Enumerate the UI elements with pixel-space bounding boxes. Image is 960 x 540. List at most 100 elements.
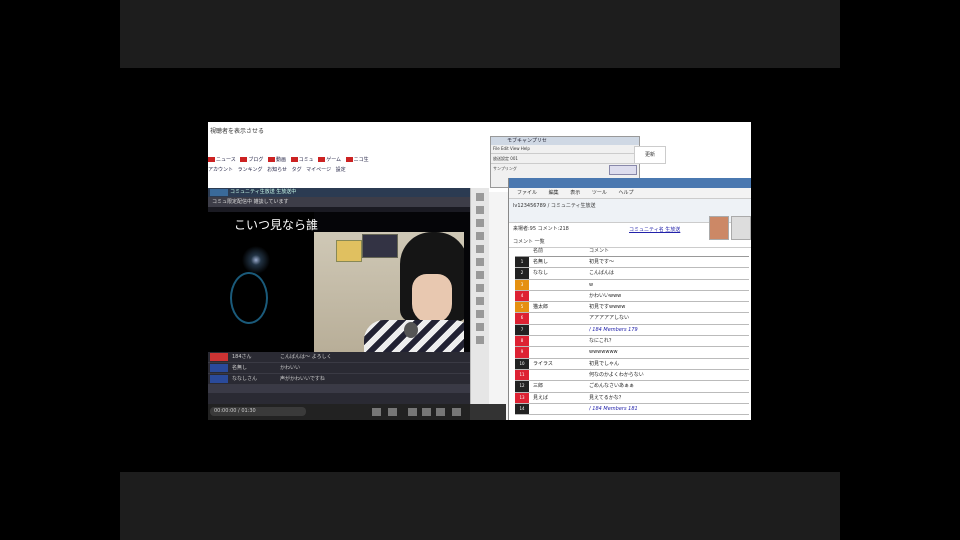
tool-icon[interactable] bbox=[476, 232, 484, 240]
comment-text: かわいいwww bbox=[589, 292, 622, 299]
comment-text: 初見でしゃん bbox=[589, 360, 620, 367]
table-row[interactable]: 7 / 184 Members 179 bbox=[515, 324, 749, 337]
page-heading: 視聴者を表示させる bbox=[210, 128, 265, 135]
tool-icon[interactable] bbox=[476, 206, 484, 214]
settings-button[interactable] bbox=[609, 165, 637, 175]
tool-icon[interactable] bbox=[476, 245, 484, 253]
table-row[interactable]: 2 ななし こんばんは bbox=[515, 268, 749, 280]
window-menu[interactable]: File Edit View Help bbox=[491, 145, 639, 153]
side-toolbar bbox=[470, 188, 489, 420]
nav-link[interactable]: ランキング bbox=[238, 166, 263, 173]
comment-number-badge: 5 bbox=[515, 302, 529, 313]
tag-icon bbox=[267, 157, 275, 162]
nav-link[interactable]: 動画 bbox=[276, 156, 286, 163]
menu-item[interactable]: ツール bbox=[592, 190, 607, 196]
nav-link[interactable]: ゲーム bbox=[326, 156, 341, 163]
tool-icon[interactable] bbox=[476, 297, 484, 305]
comment-number-badge: 4 bbox=[515, 290, 529, 302]
nav-link[interactable]: コミュ bbox=[299, 156, 314, 163]
comment-number-badge: 10 bbox=[515, 358, 529, 369]
table-row[interactable]: 13 見えば 見えてるかな？ bbox=[515, 392, 749, 404]
comment-row: ななしさん 声がかわいいですね bbox=[208, 374, 470, 385]
commenter-name: ライラス bbox=[533, 360, 553, 367]
nav-link[interactable]: タグ bbox=[292, 166, 302, 173]
refresh-button[interactable]: 更新 bbox=[634, 146, 666, 164]
player-controls: 00:00:00 / 01:30 bbox=[208, 404, 470, 420]
nav-link[interactable]: お知らせ bbox=[267, 166, 287, 173]
viewer-title-bar bbox=[509, 178, 751, 188]
streamer-face bbox=[412, 274, 452, 324]
menu-item[interactable]: ヘルプ bbox=[618, 190, 633, 196]
nav-link[interactable]: 設定 bbox=[336, 166, 346, 173]
comment-text: / 184 Members 179 bbox=[589, 326, 638, 333]
table-row[interactable]: 9 wwwwwww bbox=[515, 347, 749, 359]
comment-text: / 184 Members 181 bbox=[589, 405, 638, 412]
comment-text: ごめんなさいあぁぁ bbox=[589, 383, 635, 390]
tool-icon[interactable] bbox=[476, 310, 484, 318]
comment-rows: 1 名無し 初見です〜 2 ななし こんばんは 3 w 4 かわいいwww 5 猫太郎 初見ですwwww… bbox=[515, 257, 749, 416]
comment-table: 名前 コメント 1 名無し 初見です〜 2 ななし こんばんは 3 w 4 かわいいwww 5 猫太郎… bbox=[515, 246, 749, 416]
table-row[interactable]: 1 名無し 初見です〜 bbox=[515, 257, 749, 269]
comment-text: 声がかわいいですね bbox=[280, 376, 325, 382]
table-row[interactable]: 5 猫太郎 初見ですwwww bbox=[515, 302, 749, 314]
table-row[interactable]: 12 三郎 ごめんなさいあぁぁ bbox=[515, 381, 749, 393]
player-title-bar: コミュニティ生放送 生放送中 bbox=[208, 188, 470, 197]
close-icon[interactable] bbox=[388, 408, 397, 416]
tool-icon[interactable] bbox=[476, 271, 484, 279]
tool-icon[interactable] bbox=[476, 336, 484, 344]
comment-number-badge: 11 bbox=[515, 369, 529, 381]
reflection-ring bbox=[230, 272, 268, 324]
fullscreen-icon[interactable] bbox=[452, 408, 461, 416]
nav-link[interactable]: アカウント bbox=[208, 166, 233, 173]
screen-capture: 視聴者を表示させる ニュース ブログ 動画 コミュ ゲーム ニコ生 アカウント … bbox=[208, 122, 751, 420]
table-row[interactable]: 3w bbox=[515, 279, 749, 291]
nav-links-row-1: ニュース ブログ 動画 コミュ ゲーム ニコ生 bbox=[208, 156, 372, 163]
overlay-comment: こいつ見なら誰 bbox=[234, 218, 319, 232]
nav-link[interactable]: マイページ bbox=[306, 166, 331, 173]
commenter-name: 見えば bbox=[533, 394, 549, 401]
menu-item[interactable]: ファイル bbox=[517, 190, 537, 196]
rewind-icon[interactable] bbox=[408, 408, 417, 416]
tool-icon[interactable] bbox=[476, 323, 484, 331]
bottom-letterbox bbox=[120, 472, 840, 540]
table-row[interactable]: 11 何なのかよくわからない bbox=[515, 369, 749, 382]
comment-number-badge: 1 bbox=[515, 257, 529, 268]
comment-text: wwwwwww bbox=[589, 349, 618, 356]
table-row[interactable]: 10 ライラス 初見でしゃん bbox=[515, 358, 749, 370]
comment-input[interactable] bbox=[208, 385, 470, 393]
video-area[interactable]: こいつ見なら誰 bbox=[208, 212, 470, 352]
menu-item[interactable]: 編集 bbox=[549, 190, 559, 196]
comment-text: こんばんは bbox=[589, 270, 615, 277]
nav-link[interactable]: ニコ生 bbox=[354, 156, 369, 163]
table-header: 名前 コメント bbox=[515, 246, 749, 257]
table-row[interactable]: 14 / 184 Members 181 bbox=[515, 403, 749, 416]
tool-icon[interactable] bbox=[476, 219, 484, 227]
settings-icon[interactable] bbox=[372, 408, 381, 416]
community-link[interactable]: コミュニティ名 生放送 bbox=[629, 226, 680, 233]
tag-icon bbox=[240, 157, 248, 162]
table-row[interactable]: 4 かわいいwww bbox=[515, 290, 749, 303]
player-title: コミュニティ生放送 生放送中 bbox=[230, 189, 297, 195]
menu-item[interactable]: 表示 bbox=[570, 190, 580, 196]
tool-icon[interactable] bbox=[476, 258, 484, 266]
nav-link[interactable]: ニュース bbox=[216, 156, 236, 163]
comment-number-badge: 12 bbox=[515, 381, 529, 392]
comment-text: かわいい bbox=[280, 365, 301, 371]
comment-text: w bbox=[589, 281, 594, 288]
table-row[interactable]: 8 なにこれ？ bbox=[515, 336, 749, 348]
tool-icon[interactable] bbox=[476, 284, 484, 292]
header-comment: コメント bbox=[589, 248, 610, 254]
comment-number-badge: 14 bbox=[515, 403, 529, 415]
comment-number-badge: 13 bbox=[515, 392, 529, 403]
play-icon[interactable] bbox=[422, 408, 431, 416]
comment-badge bbox=[210, 353, 228, 361]
tool-icon[interactable] bbox=[476, 193, 484, 201]
table-row[interactable]: 6 アアアアアしない bbox=[515, 313, 749, 325]
comment-text: こんばんは〜 よろしく bbox=[280, 354, 332, 360]
volume-icon[interactable] bbox=[436, 408, 445, 416]
commenter-name: ななし bbox=[533, 270, 549, 277]
commenter-name: 三郎 bbox=[533, 383, 544, 390]
comment-number-badge: 8 bbox=[515, 336, 529, 347]
setting-row[interactable]: 放送設定 001 bbox=[491, 153, 639, 163]
nav-link[interactable]: ブログ bbox=[248, 156, 263, 163]
